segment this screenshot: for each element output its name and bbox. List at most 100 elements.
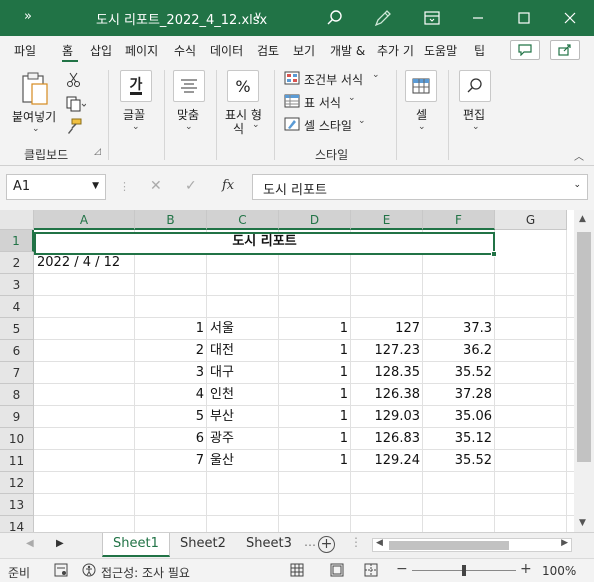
font-dropdown-icon[interactable]: ⌄	[132, 122, 140, 132]
fill-handle[interactable]	[491, 251, 497, 257]
vertical-scrollbar[interactable]: ▲ ▼	[574, 210, 594, 532]
cell-no[interactable]: 1	[135, 318, 207, 340]
table-format-button[interactable]: 표 서식	[304, 94, 341, 111]
zoom-slider-thumb[interactable]	[462, 565, 466, 576]
cell-f[interactable]: 35.52	[423, 362, 495, 384]
page-layout-view-icon[interactable]	[330, 563, 344, 580]
cell-f[interactable]: 35.06	[423, 406, 495, 428]
cell-d[interactable]: 1	[279, 340, 351, 362]
clipboard-launcher-icon[interactable]: ◿	[94, 147, 101, 157]
cell-e[interactable]: 127.23	[351, 340, 423, 362]
title-dropdown-icon[interactable]: ∨	[254, 9, 262, 22]
share-button[interactable]	[550, 40, 580, 60]
macro-record-icon[interactable]	[54, 563, 68, 580]
search-icon[interactable]	[323, 6, 347, 30]
name-box-dropdown-icon[interactable]: ▼	[92, 181, 99, 191]
cut-icon[interactable]	[66, 72, 82, 91]
cell-no[interactable]: 3	[135, 362, 207, 384]
more-sheets-icon[interactable]: …	[304, 535, 316, 549]
cancel-icon[interactable]: ✕	[150, 178, 162, 194]
cell-style-button[interactable]: 셀 스타일	[304, 117, 352, 134]
cell-city[interactable]: 인천	[207, 384, 279, 406]
tab-help[interactable]: 도움말	[424, 42, 457, 59]
cell-d[interactable]: 1	[279, 406, 351, 428]
tab-data[interactable]: 데이터	[210, 42, 243, 59]
column-header-g[interactable]: G	[495, 210, 567, 230]
row-header-14[interactable]: 14	[0, 516, 34, 532]
accessibility-icon[interactable]	[82, 563, 96, 580]
conditional-dropdown-icon[interactable]: ⌄	[372, 70, 380, 80]
minimize-icon[interactable]	[466, 6, 490, 30]
cell-f[interactable]: 35.52	[423, 450, 495, 472]
row-header-4[interactable]: 4	[0, 296, 34, 318]
cell-city[interactable]: 대구	[207, 362, 279, 384]
cell-city[interactable]: 서울	[207, 318, 279, 340]
row-header-12[interactable]: 12	[0, 472, 34, 494]
column-header-d[interactable]: D	[279, 210, 351, 230]
paste-icon[interactable]	[20, 72, 50, 109]
row-header-7[interactable]: 7	[0, 362, 34, 384]
scroll-right-icon[interactable]: ▶	[561, 538, 568, 548]
cells-dropdown-icon[interactable]: ⌄	[418, 122, 426, 132]
paste-label[interactable]: 붙여넣기	[12, 108, 56, 125]
cell-city[interactable]: 울산	[207, 450, 279, 472]
cells-button[interactable]	[405, 70, 437, 102]
row-header-13[interactable]: 13	[0, 494, 34, 516]
tab-formulas[interactable]: 수식	[174, 42, 196, 59]
conditional-format-icon[interactable]	[284, 71, 300, 88]
sheet-tab-sheet3[interactable]: Sheet3	[236, 533, 302, 557]
date-cell[interactable]: 2022 / 4 / 12	[34, 252, 154, 274]
editing-dropdown-icon[interactable]: ⌄	[472, 122, 480, 132]
column-header-e[interactable]: E	[351, 210, 423, 230]
cell-d[interactable]: 1	[279, 428, 351, 450]
cell-e[interactable]: 127	[351, 318, 423, 340]
tab-splitter-icon[interactable]: ⋮	[350, 535, 362, 549]
enter-icon[interactable]: ✓	[185, 178, 197, 194]
pen-icon[interactable]	[371, 6, 395, 30]
horizontal-scrollbar[interactable]: ◀ ▶	[372, 538, 572, 552]
column-header-a[interactable]: A	[34, 210, 135, 230]
cell-e[interactable]: 126.38	[351, 384, 423, 406]
row-header-8[interactable]: 8	[0, 384, 34, 406]
number-format-button[interactable]: %	[227, 70, 259, 102]
tab-insert[interactable]: 삽입	[90, 42, 112, 59]
maximize-icon[interactable]	[512, 6, 536, 30]
cell-f[interactable]: 36.2	[423, 340, 495, 362]
insert-function-icon[interactable]: fx	[222, 178, 234, 193]
expand-formula-icon[interactable]: ⌄	[573, 180, 581, 190]
cell-e[interactable]: 128.35	[351, 362, 423, 384]
cell-no[interactable]: 4	[135, 384, 207, 406]
quick-access-more[interactable]: »	[24, 9, 32, 24]
comments-button[interactable]	[510, 40, 540, 60]
cells-label[interactable]: 셀	[416, 106, 427, 123]
zoom-level[interactable]: 100%	[542, 564, 576, 578]
row-header-6[interactable]: 6	[0, 340, 34, 362]
cell-e[interactable]: 129.24	[351, 450, 423, 472]
scroll-down-icon[interactable]: ▼	[579, 518, 586, 528]
tab-review[interactable]: 검토	[257, 42, 279, 59]
cell-d[interactable]: 1	[279, 384, 351, 406]
scroll-left-icon[interactable]: ◀	[376, 538, 383, 548]
cell-city[interactable]: 광주	[207, 428, 279, 450]
conditional-format-button[interactable]: 조건부 서식	[304, 71, 363, 88]
zoom-in-icon[interactable]: +	[520, 561, 532, 577]
name-box[interactable]: A1 ▼	[6, 174, 106, 200]
add-sheet-icon[interactable]: +	[318, 536, 335, 553]
scroll-up-icon[interactable]: ▲	[579, 214, 586, 224]
column-header-c[interactable]: C	[207, 210, 279, 230]
row-header-9[interactable]: 9	[0, 406, 34, 428]
tab-page-layout[interactable]: 페이지	[125, 42, 158, 59]
formula-input[interactable]: 도시 리포트 ⌄	[252, 174, 588, 200]
row-header-3[interactable]: 3	[0, 274, 34, 296]
paste-dropdown-icon[interactable]: ⌄	[32, 124, 40, 134]
tab-file[interactable]: 파일	[14, 42, 36, 59]
close-icon[interactable]	[558, 6, 582, 30]
row-header-2[interactable]: 2	[0, 252, 34, 274]
prev-sheet-icon[interactable]: ◀	[26, 538, 34, 549]
editing-label[interactable]: 편집	[463, 106, 485, 123]
column-header-f[interactable]: F	[423, 210, 495, 230]
cell-f[interactable]: 35.12	[423, 428, 495, 450]
row-header-5[interactable]: 5	[0, 318, 34, 340]
number-format-label-2[interactable]: 식	[233, 120, 244, 137]
cell-d[interactable]: 1	[279, 362, 351, 384]
